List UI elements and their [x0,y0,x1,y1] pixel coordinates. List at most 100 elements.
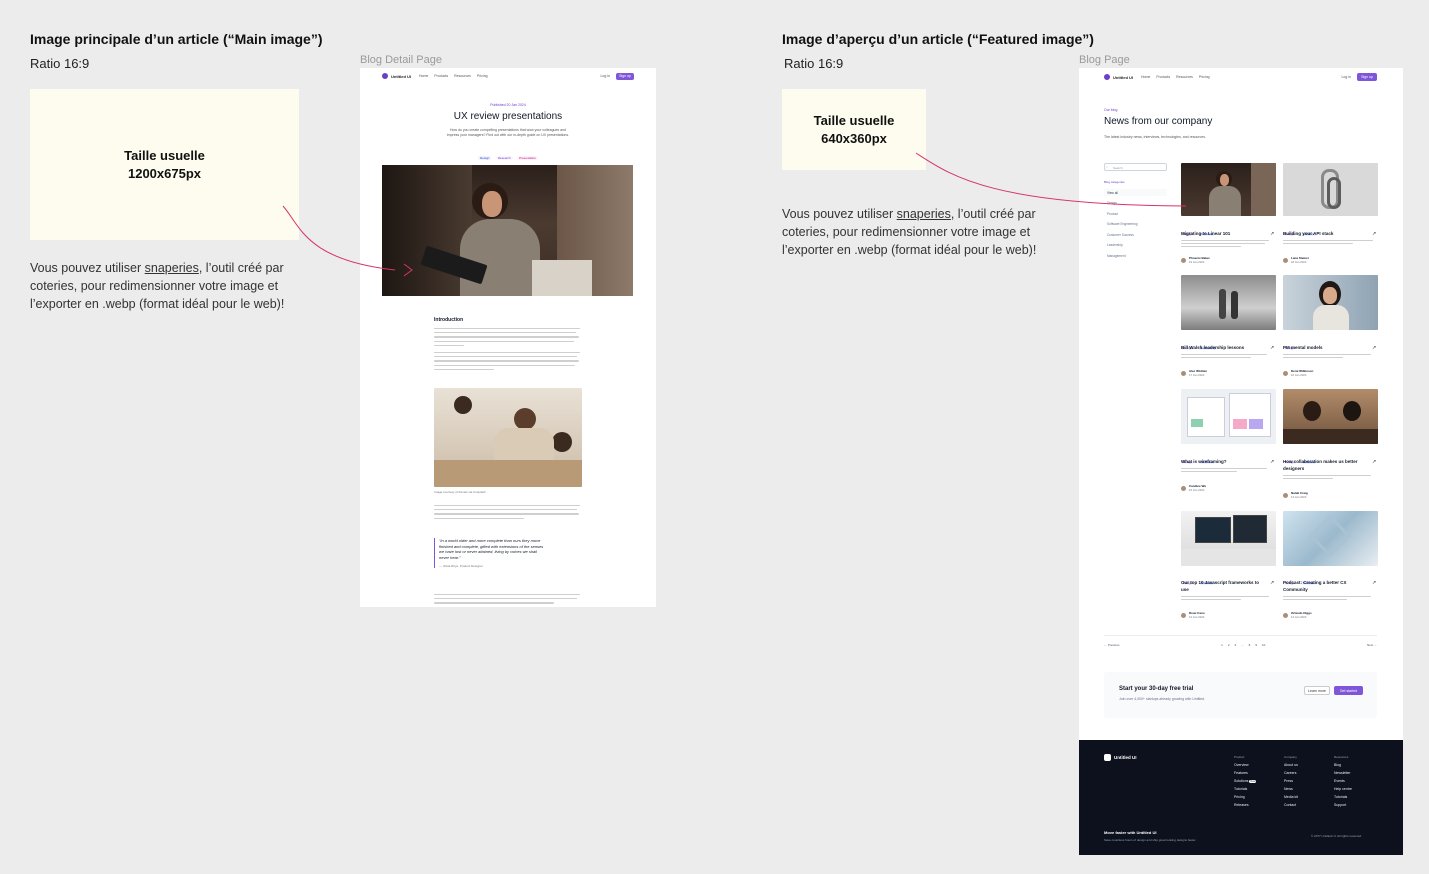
previous-button[interactable]: ← Previous [1104,643,1120,647]
next-button[interactable]: Next → [1367,643,1377,647]
post-image-bill-walsh[interactable] [1181,275,1276,330]
post-image-collaboration[interactable] [1283,389,1378,444]
footer-link[interactable]: About us [1284,763,1298,767]
category-design[interactable]: Design [1104,200,1167,207]
login-link[interactable]: Log in [1341,75,1351,79]
page-number[interactable]: 2 [1228,643,1230,647]
footer-link[interactable]: Overview [1234,763,1256,767]
post-title-podcast[interactable]: Podcast: Creating a better CX Community [1283,580,1367,593]
tag[interactable]: Design [478,156,492,160]
logo-icon [1104,74,1110,80]
nav-products[interactable]: Products [434,74,448,78]
footer-link-label: Solutions [1234,779,1249,783]
footer-link-solutions[interactable]: Solutions New [1234,779,1257,783]
category-leadership[interactable]: Leadership [1104,242,1167,249]
page-number[interactable]: 9 [1255,643,1257,647]
footer-link[interactable]: Features [1234,771,1256,775]
footer-link[interactable]: Press [1284,779,1298,783]
post-title-api[interactable]: Building your API stack [1283,231,1371,236]
text-line [1181,468,1267,469]
tag[interactable]: Research [495,156,513,160]
category-management[interactable]: Management [1104,252,1167,259]
arrow-up-right-icon[interactable]: ↗ [1372,345,1376,351]
post-title-bill-walsh[interactable]: Bill Walsh leadership lessons [1181,345,1269,350]
signup-button[interactable]: Sign up [616,72,634,80]
tag[interactable]: Presentation [517,156,538,160]
footer-link[interactable]: Newsletter [1334,771,1352,775]
arrow-up-right-icon[interactable]: ↗ [1372,231,1376,237]
page-number[interactable]: 10 [1262,643,1265,647]
footer-link[interactable]: Contact [1284,803,1298,807]
footer-link[interactable]: Releases [1234,803,1256,807]
footer-link[interactable]: Help centre [1334,787,1352,791]
snaperies-link[interactable]: snaperies [145,261,199,275]
arrow-up-right-icon[interactable]: ↗ [1372,580,1376,586]
brand: Untitled UI [1113,74,1133,80]
post-image-pm-models[interactable] [1283,275,1378,330]
login-link[interactable]: Log in [600,74,610,78]
avatar [1283,492,1288,498]
post-title-linear[interactable]: Migrating to Linear 101 [1181,231,1269,236]
main-image-note: Vous pouvez utiliser snaperies, l’outil … [30,259,330,313]
footer-link[interactable]: Support [1334,803,1352,807]
note-text: , l’outil créé par [198,261,284,275]
article-lede: How do you create compelling presentatio… [360,128,656,138]
post-image-api[interactable] [1283,163,1378,216]
page-number[interactable]: 1 [1221,643,1223,647]
nav-resources[interactable]: Resources [1176,75,1193,79]
arrow-up-right-icon[interactable]: ↗ [1270,459,1274,465]
footer-link[interactable]: Tutorials [1234,787,1256,791]
footer-link[interactable]: Media kit [1284,795,1298,799]
post-title-javascript[interactable]: Our top 10 Javascript frameworks to use [1181,580,1261,593]
logo-icon [1104,754,1111,761]
image-chain-link [1327,177,1341,209]
image-ui-block [1191,419,1203,427]
nav-home[interactable]: Home [419,74,428,78]
image-desk [1181,549,1276,566]
search-input[interactable]: Search [1104,163,1167,171]
post-excerpt [1283,240,1373,244]
footer-link[interactable]: Events [1334,779,1352,783]
post-title-collaboration[interactable]: How collaboration makes us better design… [1283,459,1367,472]
category-view-all[interactable]: View all [1104,189,1167,196]
nav-pricing[interactable]: Pricing [477,74,488,78]
learn-more-button[interactable]: Learn more [1304,686,1330,695]
note-text: coteries, pour redimensionner votre imag… [30,279,279,293]
image-chair [532,260,592,296]
footer-link[interactable]: Careers [1284,771,1298,775]
main-image-size-box: Taille usuelle 1200x675px [30,89,299,240]
page-number[interactable]: 8 [1249,643,1251,647]
nav-resources[interactable]: Resources [454,74,471,78]
nav-home[interactable]: Home [1141,75,1150,79]
brand: Untitled UI [391,73,411,79]
post-title-pm-models[interactable]: PM mental models [1283,345,1371,350]
footer-column-product: Product Overview Features Solutions New … [1234,755,1257,807]
post-image-podcast[interactable] [1283,511,1378,566]
post-title-wireframing[interactable]: What is wireframing? [1181,459,1269,464]
footer-link[interactable]: Pricing [1234,795,1256,799]
page-number[interactable]: 3 [1234,643,1236,647]
main-article-image [382,165,633,296]
footer-link[interactable]: Blog [1334,763,1352,767]
signup-button[interactable]: Sign up [1357,73,1377,81]
category-product[interactable]: Product [1104,210,1167,217]
snaperies-link[interactable]: snaperies [897,207,951,221]
post-image-javascript[interactable] [1181,511,1276,566]
post-image-linear[interactable] [1181,163,1276,216]
text-line [1283,599,1347,600]
arrow-up-right-icon[interactable]: ↗ [1270,345,1274,351]
post-image-wireframing[interactable] [1181,389,1276,444]
footer-link[interactable]: Tutorials [1334,795,1352,799]
category-customer-success[interactable]: Customer Success [1104,231,1167,238]
image-sweater [1313,305,1349,330]
nav-products[interactable]: Products [1156,75,1170,79]
section-heading: Introduction [434,317,464,323]
nav-pricing[interactable]: Pricing [1199,75,1210,79]
footer-link[interactable]: News [1284,787,1298,791]
get-started-button[interactable]: Get started [1334,686,1363,695]
post-author: Candice Wu 15 Jan 2024 [1181,484,1206,492]
arrow-up-right-icon[interactable]: ↗ [1372,459,1376,465]
arrow-up-right-icon[interactable]: ↗ [1270,580,1274,586]
category-software-engineering[interactable]: Software Engineering [1104,221,1167,228]
arrow-up-right-icon[interactable]: ↗ [1270,231,1274,237]
